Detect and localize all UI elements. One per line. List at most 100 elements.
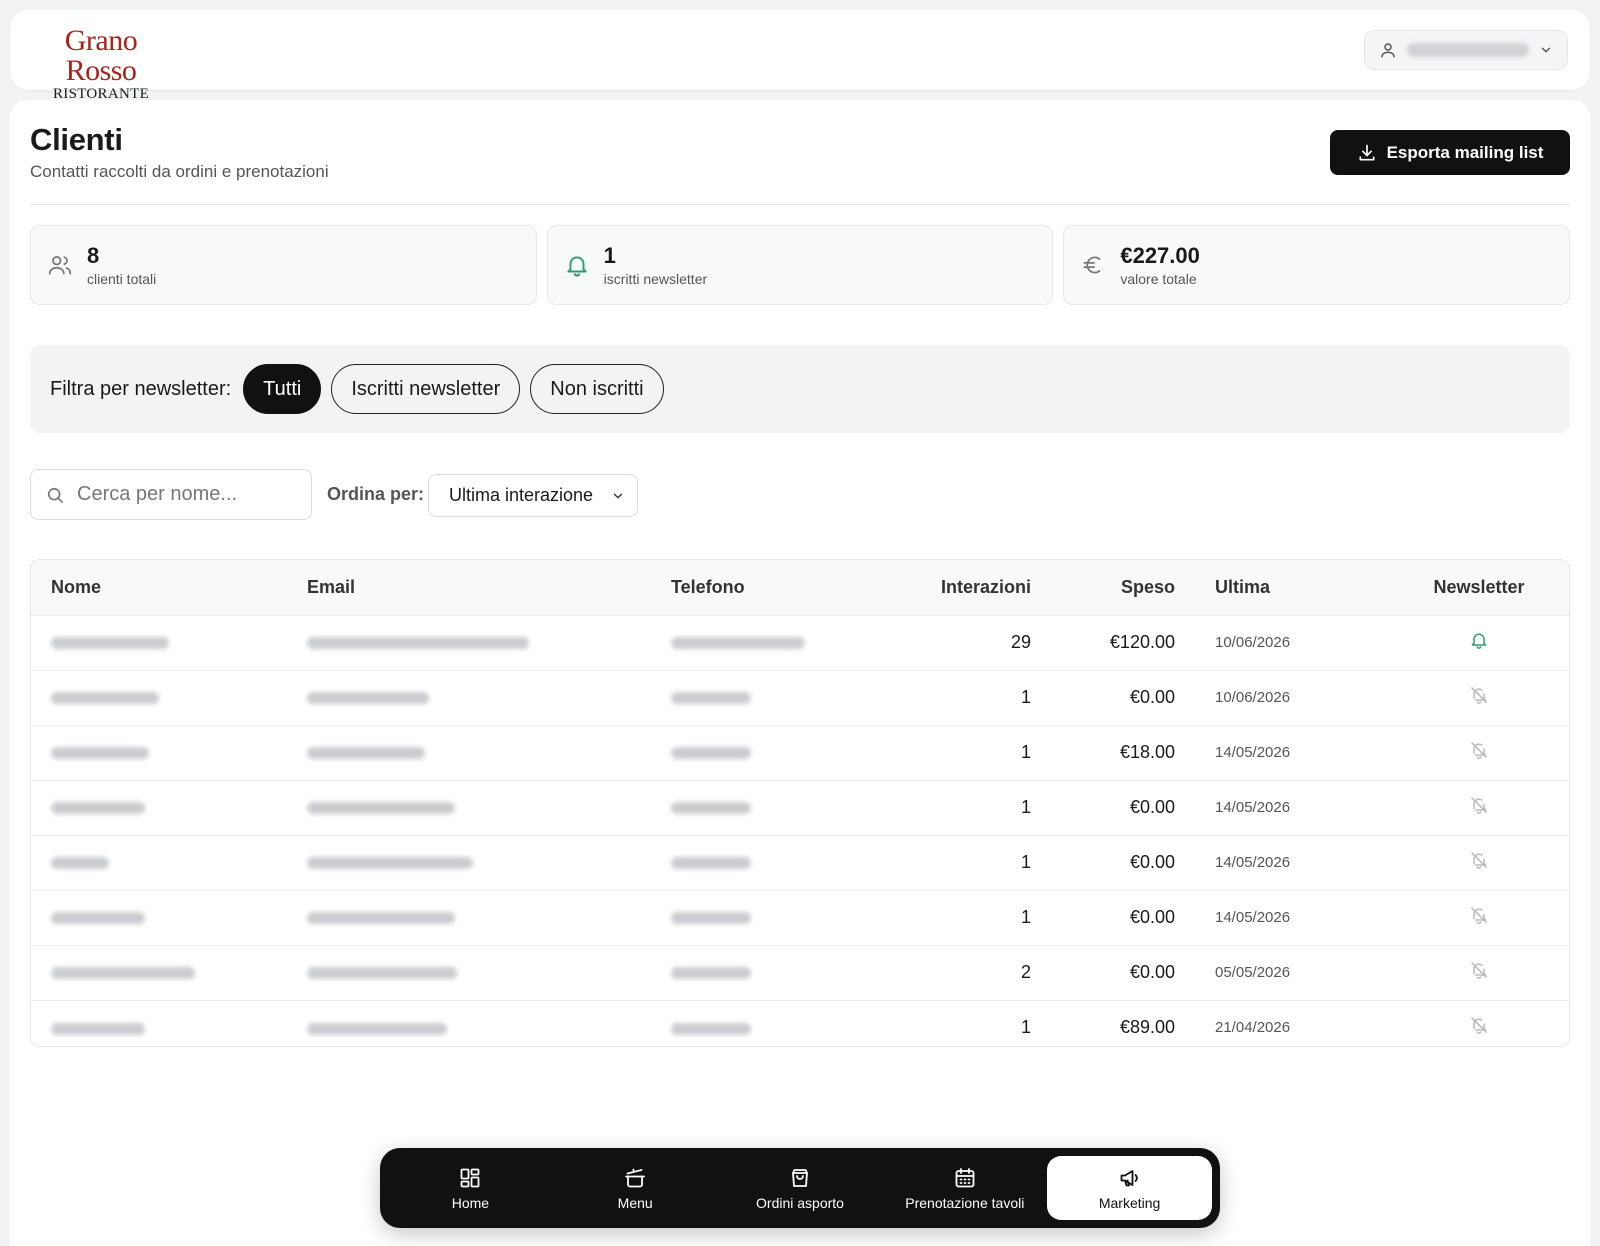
- column-header-ultima[interactable]: Ultima: [1195, 560, 1387, 615]
- user-icon: [1381, 43, 1395, 58]
- cell-nome: [31, 615, 287, 670]
- cell-interazioni: 1: [1020, 1017, 1031, 1038]
- column-header-email[interactable]: Email: [287, 560, 651, 615]
- pot-icon: [625, 1168, 646, 1187]
- column-header-nome[interactable]: Nome: [31, 560, 287, 615]
- nav-item-ordini-asporto[interactable]: Ordini asporto: [718, 1156, 883, 1220]
- cell-ultima: 14/05/2026: [1215, 854, 1291, 871]
- cell-email: [287, 725, 651, 780]
- cell-speso: €18.00: [1119, 742, 1175, 762]
- column-header-interazioni[interactable]: Interazioni: [887, 560, 1051, 615]
- table-row[interactable]: 1 €18.00 14/05/2026: [31, 725, 1569, 780]
- cell-ultima: 10/06/2026: [1215, 689, 1291, 706]
- redacted-name: [51, 912, 145, 925]
- cell-newsletter[interactable]: [1387, 835, 1569, 890]
- cell-interazioni: 1: [1020, 852, 1031, 872]
- cell-newsletter[interactable]: [1387, 945, 1569, 1000]
- stat-card-newsletter: 1 iscritti newsletter: [546, 225, 1054, 305]
- cell-telefono: [651, 670, 887, 725]
- bell-off-icon: [1471, 1017, 1487, 1035]
- cell-telefono: [651, 835, 887, 890]
- nav-label: Marketing: [1098, 1194, 1161, 1211]
- bell-icon: [567, 256, 587, 277]
- nav-item-home[interactable]: Home: [388, 1156, 553, 1220]
- table-row[interactable]: 1 €0.00 14/05/2026: [31, 890, 1569, 945]
- table-row[interactable]: 1 €0.00 10/06/2026: [31, 670, 1569, 725]
- redacted-email: [307, 857, 473, 870]
- search-input[interactable]: [77, 483, 297, 506]
- user-menu[interactable]: [1364, 30, 1568, 70]
- nav-label: Home: [451, 1194, 490, 1211]
- stat-card-clients: 8 clienti totali: [30, 225, 537, 305]
- table-row[interactable]: 1 €0.00 14/05/2026: [31, 780, 1569, 835]
- cell-ultima: 05/05/2026: [1215, 964, 1291, 981]
- cell-newsletter[interactable]: [1387, 780, 1569, 835]
- cell-newsletter[interactable]: [1387, 725, 1569, 780]
- redacted-phone: [671, 857, 751, 870]
- sort-select[interactable]: Ultima interazione: [428, 474, 638, 517]
- redacted-name: [51, 637, 169, 650]
- cell-nome: [31, 1000, 287, 1046]
- cell-newsletter[interactable]: [1387, 670, 1569, 725]
- nav-label: Prenotazione tavoli: [905, 1194, 1025, 1211]
- redacted-name: [51, 747, 149, 760]
- bell-off-icon: [1471, 742, 1487, 759]
- chevron-down-icon: [1541, 47, 1551, 53]
- bell-off-icon: [1471, 687, 1487, 704]
- cell-speso: €0.00: [1129, 687, 1175, 707]
- redacted-email: [307, 802, 455, 815]
- user-name-redacted: [1407, 43, 1529, 57]
- cell-telefono: [651, 780, 887, 835]
- cell-speso: €0.00: [1129, 797, 1175, 817]
- filter-label: Filtra per newsletter:: [50, 377, 232, 400]
- bell-off-icon: [1471, 907, 1487, 924]
- nav-item-menu[interactable]: Menu: [553, 1156, 718, 1220]
- table-row[interactable]: 1 €89.00 21/04/2026: [31, 1000, 1569, 1046]
- cell-speso: €0.00: [1129, 907, 1175, 927]
- table-row[interactable]: 1 €0.00 14/05/2026: [31, 835, 1569, 890]
- cell-newsletter[interactable]: [1387, 890, 1569, 945]
- column-header-telefono[interactable]: Telefono: [651, 560, 887, 615]
- cell-speso: €120.00: [1109, 632, 1175, 652]
- redacted-phone: [671, 967, 751, 980]
- newsletter-filter-bar: Filtra per newsletter: Tutti Iscritti ne…: [30, 345, 1570, 433]
- table-row[interactable]: 29 €120.00 10/06/2026: [31, 615, 1569, 670]
- column-header-newsletter[interactable]: Newsletter: [1387, 560, 1569, 615]
- filter-unsubscribed-button[interactable]: Non iscritti: [530, 364, 664, 414]
- cell-ultima: 14/05/2026: [1215, 799, 1291, 816]
- nav-item-marketing[interactable]: Marketing: [1047, 1156, 1212, 1220]
- clients-table: Nome Email Telefono Interazioni Speso Ul…: [30, 559, 1570, 1047]
- filter-all-button[interactable]: Tutti: [243, 364, 322, 414]
- cell-nome: [31, 945, 287, 1000]
- cell-telefono: [651, 945, 887, 1000]
- export-mailing-list-button[interactable]: Esporta mailing list: [1330, 130, 1570, 175]
- stat-label: iscritti newsletter: [603, 271, 708, 287]
- cell-newsletter[interactable]: [1387, 1000, 1569, 1046]
- search-icon: [47, 487, 63, 503]
- table-row[interactable]: 2 €0.00 05/05/2026: [31, 945, 1569, 1000]
- megaphone-icon: [1120, 1169, 1138, 1186]
- cell-nome: [31, 780, 287, 835]
- bottom-nav: Home Menu Ordini asporto Prenotazione ta…: [380, 1148, 1220, 1228]
- cell-email: [287, 615, 651, 670]
- cell-interazioni: 1: [1020, 907, 1031, 927]
- page-subtitle: Contatti raccolti da ordini e prenotazio…: [30, 162, 329, 181]
- filter-subscribed-button[interactable]: Iscritti newsletter: [331, 364, 521, 414]
- redacted-email: [307, 637, 529, 650]
- nav-item-prenotazione-tavoli[interactable]: Prenotazione tavoli: [882, 1156, 1047, 1220]
- cell-newsletter[interactable]: [1387, 615, 1569, 670]
- redacted-phone: [671, 1022, 751, 1035]
- cell-speso: €89.00: [1119, 1017, 1175, 1038]
- sort-label: Ordina per:: [327, 484, 425, 504]
- bell-off-icon: [1471, 797, 1487, 814]
- cell-telefono: [651, 725, 887, 780]
- column-header-speso[interactable]: Speso: [1051, 560, 1195, 615]
- top-bar: Grano Rosso RISTORANTE: [10, 10, 1590, 102]
- cell-nome: [31, 835, 287, 890]
- search-box[interactable]: [30, 469, 312, 520]
- bell-icon: [1471, 633, 1487, 649]
- logo[interactable]: Grano Rosso RISTORANTE: [36, 26, 166, 103]
- cell-interazioni: 1: [1020, 687, 1031, 707]
- cell-speso: €0.00: [1129, 852, 1175, 872]
- cell-interazioni: 1: [1020, 742, 1031, 762]
